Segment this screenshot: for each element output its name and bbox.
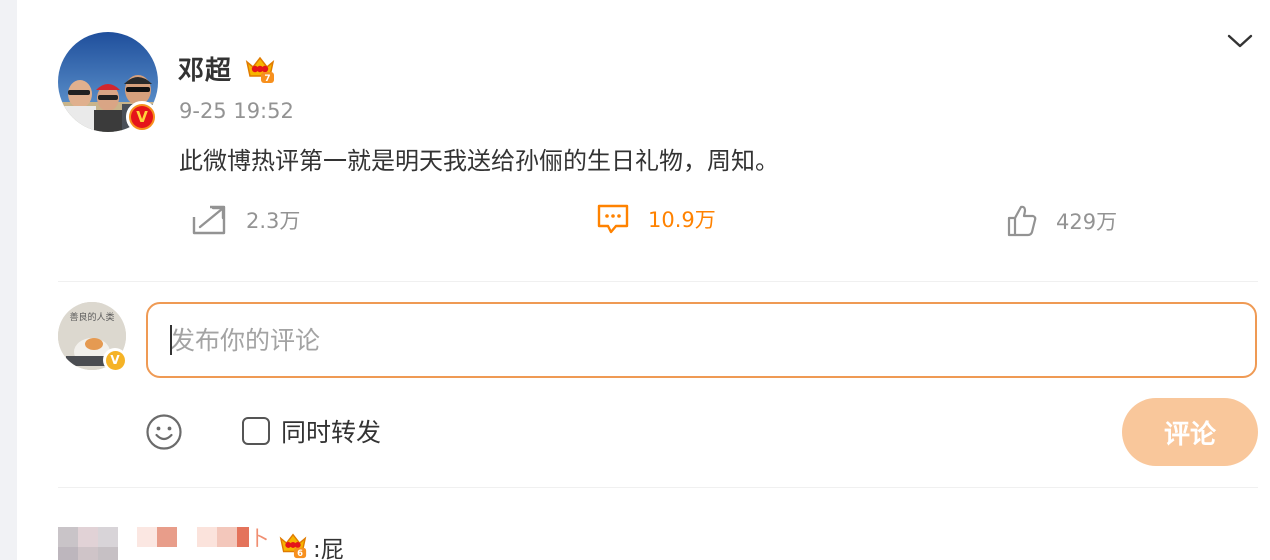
comment-text: :屁	[313, 537, 344, 560]
member-crown-icon[interactable]: 6	[278, 529, 308, 559]
comment-button[interactable]: 10.9万	[596, 202, 716, 236]
comment-count: 10.9万	[648, 208, 716, 232]
commenter-name-visible: 卜	[249, 526, 269, 551]
repost-label[interactable]: 同时转发	[281, 413, 381, 449]
share-count: 2.3万	[246, 209, 301, 233]
submit-comment-button[interactable]: 评论	[1122, 398, 1258, 466]
post-text: 此微博热评第一就是明天我送给孙俪的生日礼物，周知。	[179, 147, 779, 175]
commenter-avatar[interactable]	[58, 527, 118, 560]
share-button[interactable]: 2.3万	[190, 203, 300, 237]
member-crown-icon[interactable]: 7	[244, 52, 276, 84]
post-timestamp[interactable]: 9-25 19:52	[179, 99, 294, 123]
verified-badge-icon: V	[126, 101, 158, 133]
weibo-post-page: V 邓超 7 9-25 19:52 此微博热评第一就是明天我送给孙俪的生日礼物，…	[0, 0, 1270, 560]
like-button[interactable]: 429万	[1006, 204, 1117, 238]
thumbs-up-icon	[1007, 205, 1037, 237]
chevron-down-icon[interactable]	[1225, 26, 1255, 56]
svg-text:7: 7	[264, 74, 270, 84]
text-caret	[170, 325, 172, 355]
left-gutter	[0, 0, 17, 560]
emoji-icon[interactable]	[145, 413, 183, 451]
svg-text:6: 6	[297, 548, 303, 558]
commenter-name-redacted[interactable]: 卜	[137, 526, 269, 551]
author-name[interactable]: 邓超	[178, 50, 232, 87]
svg-text:善良的人类: 善良的人类	[69, 311, 114, 323]
repost-checkbox[interactable]	[242, 417, 270, 445]
verified-badge-icon: V	[103, 348, 127, 372]
divider	[58, 487, 1258, 488]
comment-input[interactable]	[146, 302, 1257, 378]
like-count: 429万	[1056, 210, 1118, 234]
divider	[58, 281, 1258, 282]
comment-icon	[597, 204, 629, 234]
share-icon	[192, 205, 226, 235]
